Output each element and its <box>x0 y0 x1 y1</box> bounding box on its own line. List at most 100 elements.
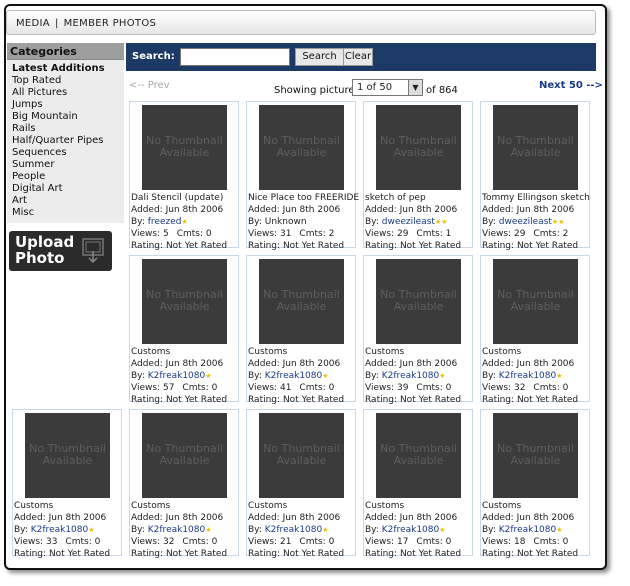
category-item[interactable]: Digital Art <box>12 183 124 195</box>
photo-title-link[interactable]: Tommy Ellingson sketch <box>482 192 590 204</box>
photo-added: Added: Jun 8th 2006 <box>365 512 473 524</box>
photo-thumbnail[interactable]: No Thumbnail Available <box>376 105 461 190</box>
author-link[interactable]: freezed <box>148 217 182 227</box>
author-link[interactable]: K2freak1080 <box>148 525 205 535</box>
star-icon: ★ <box>205 526 212 534</box>
by-label: By: <box>131 371 145 381</box>
photo-thumbnail[interactable]: No Thumbnail Available <box>259 105 344 190</box>
author-link[interactable]: K2freak1080 <box>265 525 322 535</box>
breadcrumb-section[interactable]: MEDIA <box>16 18 50 29</box>
category-item[interactable]: Art <box>12 195 124 207</box>
cmts-label: Cmts: <box>533 229 560 239</box>
photo-title-link[interactable]: Customs <box>248 500 356 512</box>
category-item[interactable]: Rails <box>12 123 124 135</box>
star-icon: ★ <box>556 526 563 534</box>
cmts-label: Cmts: <box>182 383 209 393</box>
page-header: MEDIA | MEMBER PHOTOS <box>6 10 596 35</box>
search-button[interactable]: Search <box>295 48 344 66</box>
photo-added: Added: Jun 8th 2006 <box>248 204 356 216</box>
photo-thumbnail[interactable]: No Thumbnail Available <box>142 413 227 498</box>
photo-title-link[interactable]: Customs <box>365 500 473 512</box>
photo-title-link[interactable]: Customs <box>482 346 590 358</box>
photo-thumbnail[interactable]: No Thumbnail Available <box>25 413 110 498</box>
photo-author: By: freezed★ <box>131 216 239 228</box>
category-item[interactable]: People <box>12 171 124 183</box>
photo-thumbnail[interactable]: No Thumbnail Available <box>259 259 344 344</box>
photo-info: Customs Added: Jun 8th 2006 By: K2freak108… <box>365 500 473 560</box>
category-item[interactable]: Big Mountain <box>12 111 124 123</box>
rating-label: Rating: <box>482 241 515 251</box>
rating-value: Not Yet Rated <box>282 549 345 559</box>
category-item[interactable]: Summer <box>12 159 124 171</box>
cmts-label: Cmts: <box>65 537 92 547</box>
next-page-link[interactable]: Next 50 --> <box>539 80 603 91</box>
category-item[interactable]: Top Rated <box>12 75 124 87</box>
views-label: Views: <box>365 229 395 239</box>
photo-title-link[interactable]: Customs <box>131 346 239 358</box>
categories-heading: Categories <box>7 43 124 60</box>
added-date: Jun 8th 2006 <box>399 359 458 369</box>
photo-thumbnail[interactable]: No Thumbnail Available <box>493 259 578 344</box>
search-input[interactable] <box>180 48 290 66</box>
cmts-count: 0 <box>205 229 212 239</box>
photo-rating: Rating: Not Yet Rated <box>365 394 473 406</box>
page-title: MEMBER PHOTOS <box>63 18 157 29</box>
added-label: Added: <box>131 513 163 523</box>
author-link[interactable]: K2freak1080 <box>31 525 88 535</box>
photo-thumbnail[interactable]: No Thumbnail Available <box>376 259 461 344</box>
views-label: Views: <box>365 383 395 393</box>
photo-stats: Views: 32 Cmts: 0 <box>482 382 590 394</box>
author-link[interactable]: K2freak1080 <box>499 525 556 535</box>
photo-rating: Rating: Not Yet Rated <box>365 240 473 252</box>
photo-rating: Rating: Not Yet Rated <box>14 548 122 560</box>
author-link[interactable]: K2freak1080 <box>148 371 205 381</box>
added-date: Jun 8th 2006 <box>399 513 458 523</box>
photo-stats: Views: 29 Cmts: 2 <box>482 228 590 240</box>
star-icon: ★ <box>322 526 329 534</box>
photo-title-link[interactable]: Dali Stencil (update) <box>131 192 239 204</box>
author-link[interactable]: K2freak1080 <box>382 525 439 535</box>
photo-thumbnail[interactable]: No Thumbnail Available <box>493 413 578 498</box>
category-item[interactable]: Misc <box>12 207 124 219</box>
photo-title-link[interactable]: Customs <box>365 346 473 358</box>
photo-thumbnail[interactable]: No Thumbnail Available <box>142 105 227 190</box>
photo-thumbnail[interactable]: No Thumbnail Available <box>376 413 461 498</box>
photo-thumbnail[interactable]: No Thumbnail Available <box>493 105 578 190</box>
category-item[interactable]: Half/Quarter Pipes <box>12 135 124 147</box>
photo-title-link[interactable]: Nice Place too FREERIDE <box>248 192 359 204</box>
category-item[interactable]: Jumps <box>12 99 124 111</box>
photo-title-link[interactable]: Customs <box>14 500 122 512</box>
photo-thumbnail[interactable]: No Thumbnail Available <box>142 259 227 344</box>
photo-card: No Thumbnail Available Customs Added: Jun … <box>363 255 473 405</box>
star-icon: ★ <box>181 218 188 226</box>
author-link[interactable]: K2freak1080 <box>265 371 322 381</box>
photo-title-link[interactable]: Customs <box>131 500 239 512</box>
photo-title-link[interactable]: sketch of pep <box>365 192 473 204</box>
author-link[interactable]: K2freak1080 <box>499 371 556 381</box>
search-bar: Search: Search Clear <box>126 43 596 71</box>
clear-button[interactable]: Clear <box>343 48 373 66</box>
category-item[interactable]: All Pictures <box>12 87 124 99</box>
cmts-count: 0 <box>211 537 218 547</box>
category-item[interactable]: Sequences <box>12 147 124 159</box>
photo-title-link[interactable]: Customs <box>248 346 356 358</box>
page-select[interactable]: 1 of 50 ▼ <box>352 79 423 96</box>
photo-added: Added: Jun 8th 2006 <box>248 512 356 524</box>
categories-sidebar: Categories Latest Additions Top Rated All … <box>7 43 124 223</box>
photo-thumbnail[interactable]: No Thumbnail Available <box>259 413 344 498</box>
page-select-value: 1 of 50 <box>357 82 393 93</box>
views-label: Views: <box>14 537 44 547</box>
author-link[interactable]: K2freak1080 <box>382 371 439 381</box>
author-link[interactable]: dweezileast <box>382 217 435 227</box>
added-label: Added: <box>365 359 397 369</box>
added-label: Added: <box>248 205 280 215</box>
author-link[interactable]: dweezileast <box>499 217 552 227</box>
cmts-count: 0 <box>211 383 218 393</box>
photo-added: Added: Jun 8th 2006 <box>131 512 239 524</box>
category-item[interactable]: Latest Additions <box>12 63 124 75</box>
photo-title-link[interactable]: Customs <box>482 500 590 512</box>
upload-photo-button[interactable]: Upload Photo <box>9 231 112 271</box>
star-icon: ★ <box>88 526 95 534</box>
prev-page-link[interactable]: <-- Prev <box>129 80 170 91</box>
photo-author: By: dweezileast★★ <box>482 216 590 228</box>
